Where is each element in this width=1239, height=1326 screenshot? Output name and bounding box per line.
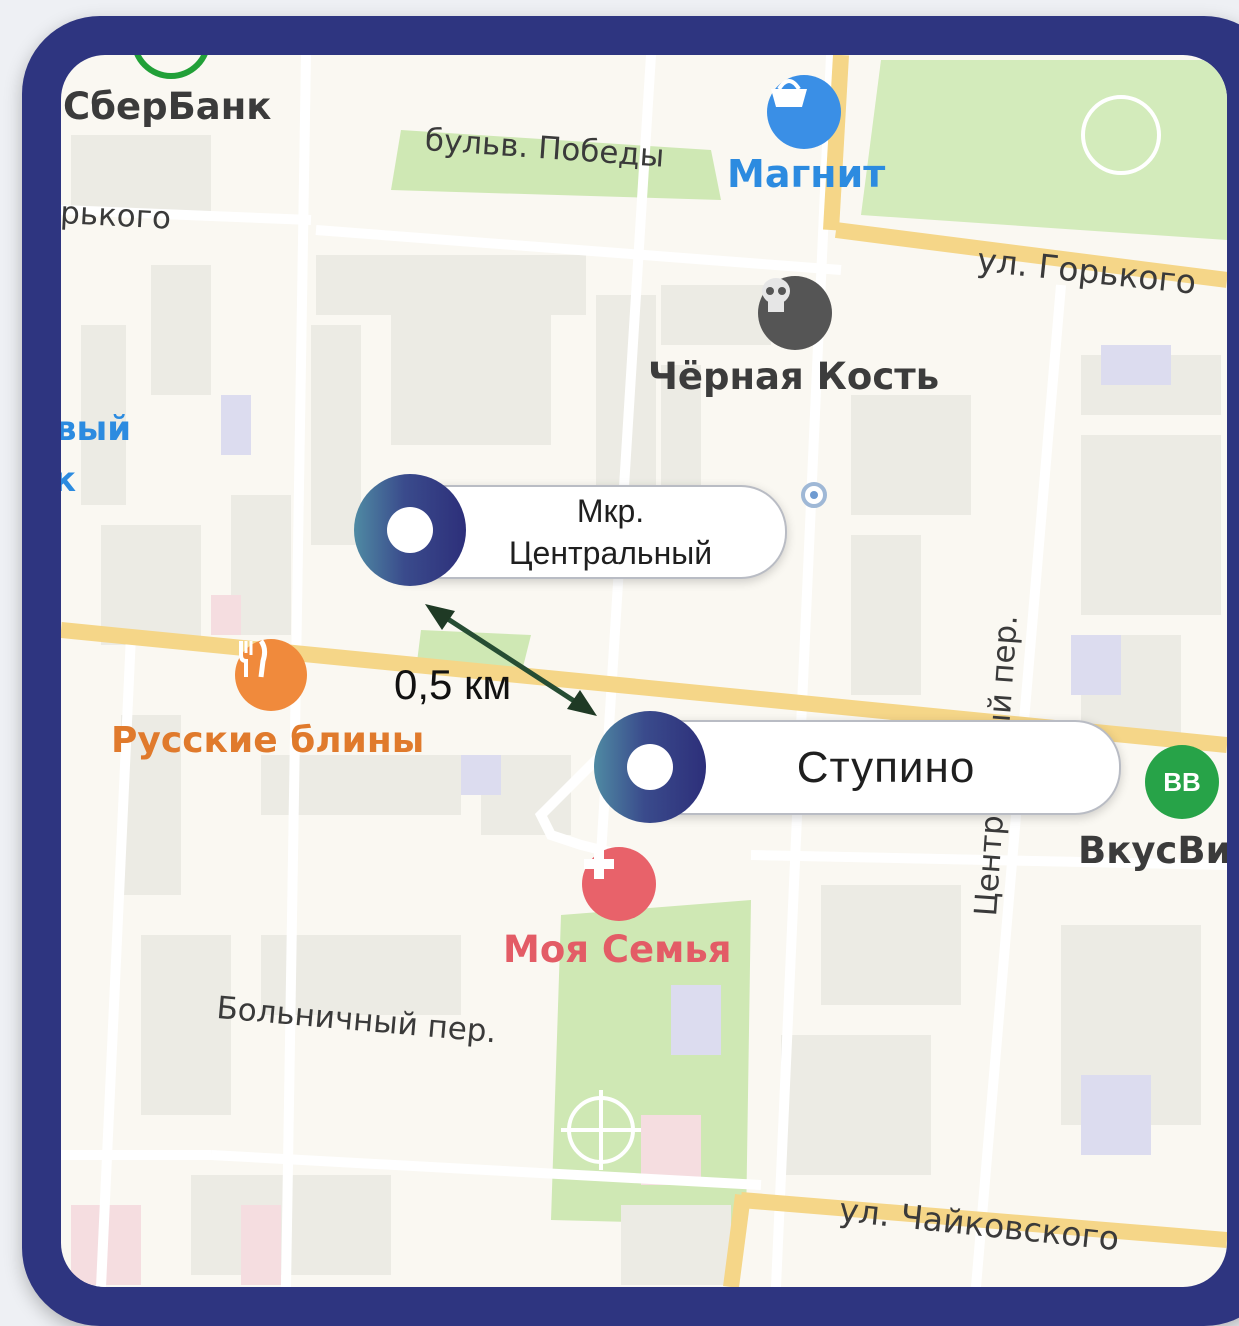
poi-black-bone[interactable]: Чёрная Кость (648, 358, 939, 395)
marker-dot (387, 507, 433, 553)
poi-russian-pancakes[interactable]: Русские блины (111, 723, 424, 759)
marker-label-stupino[interactable]: Ступино (643, 720, 1121, 815)
marker-dot (627, 744, 673, 790)
partial-label-2: к (61, 460, 77, 500)
distance-label: 0,5 км (394, 661, 512, 708)
street-gorkogo-left: рького (61, 195, 172, 237)
location-marker-central-icon[interactable] (354, 474, 466, 586)
medical-cross-icon[interactable] (582, 847, 656, 921)
poi-sberbank[interactable]: СберБанк (63, 88, 271, 125)
shopping-basket-icon[interactable] (767, 75, 841, 149)
location-marker-stupino-icon[interactable] (594, 711, 706, 823)
park-area-top-right (861, 60, 1227, 240)
map-view[interactable]: СберБанк Магнит Чёрная Кость Русские бли… (61, 55, 1227, 1287)
skull-icon[interactable] (758, 276, 832, 350)
marker-label-central-text: Мкр. Центральный (508, 493, 713, 571)
vkusvill-badge: ВВ (1163, 766, 1201, 797)
poi-magnit[interactable]: Магнит (727, 155, 885, 193)
poi-my-family[interactable]: Моя Семья (503, 931, 732, 968)
marker-label-stupino-text: Ступино (796, 742, 976, 792)
vkusvill-icon[interactable]: ВВ (1145, 745, 1219, 819)
partial-label-1: вый (61, 409, 132, 449)
restaurant-icon[interactable] (235, 639, 307, 711)
poi-vkusvill[interactable]: ВкусВи (1078, 832, 1227, 869)
